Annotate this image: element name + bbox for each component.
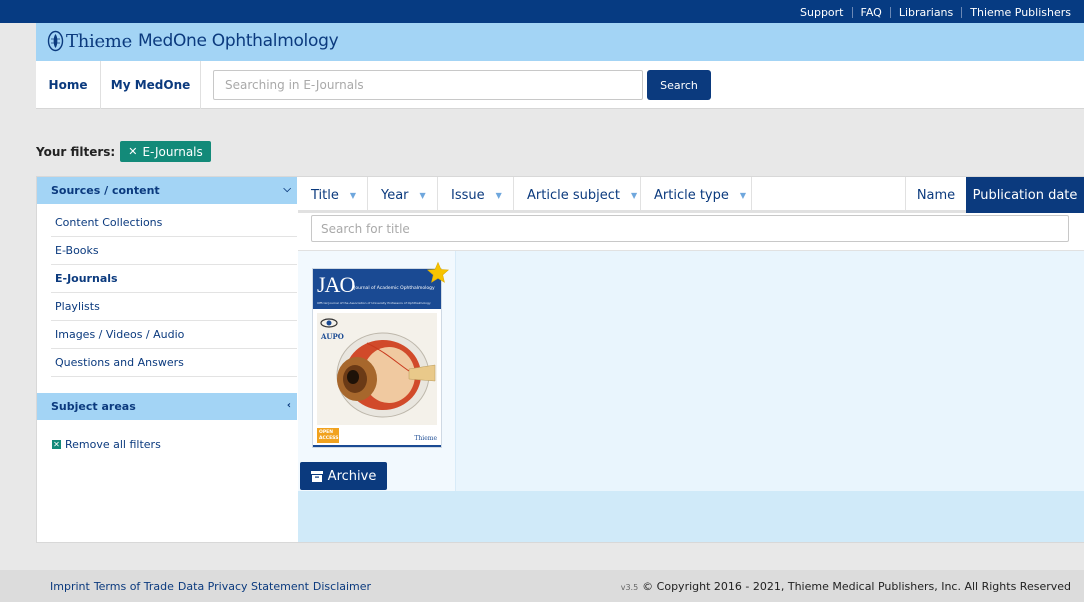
results-grid: JAO Journal of Academic Ophthalmology Of… (298, 251, 1084, 491)
sort-bar: Title ▼ Year ▼ Issue ▼ Article subject ▼ Art… (298, 177, 1084, 213)
brand-logo-link[interactable]: Thieme MedOne Ophthalmology (47, 30, 339, 52)
terms-of-trade-link[interactable]: Terms of Trade (94, 580, 174, 593)
product-name: MedOne Ophthalmology (137, 31, 339, 51)
journal-cover[interactable]: JAO Journal of Academic Ophthalmology Of… (312, 268, 442, 448)
sort-article-subject-label: Article subject (527, 187, 620, 203)
eye-anatomy-image: AUPO (317, 313, 437, 425)
top-bar: Support FAQ Librarians Thieme Publishers (0, 0, 1084, 23)
nav-my-medone[interactable]: My MedOne (101, 61, 201, 109)
remove-icon: ✕ (52, 439, 61, 449)
thieme-logo-icon (47, 30, 64, 52)
chevron-down-icon: ⌵ (283, 184, 291, 195)
archive-label: Archive (327, 468, 377, 484)
nav-home[interactable]: Home (36, 61, 101, 109)
cover-publisher: Thieme (414, 435, 437, 442)
sidebar-item-playlists[interactable]: Playlists (51, 293, 297, 321)
sort-name-button[interactable]: Name (905, 177, 966, 213)
remove-all-filters-link[interactable]: ✕ Remove all filters (52, 438, 161, 451)
divider (851, 7, 853, 18)
cover-title: Journal of Academic Ophthalmology (354, 286, 435, 291)
sidebar-item-images-videos-audio[interactable]: Images / Videos / Audio (51, 321, 297, 349)
imprint-link[interactable]: Imprint (50, 580, 90, 593)
star-icon[interactable] (426, 261, 450, 285)
open-access-badge: OPEN ACCESS (317, 428, 339, 443)
close-icon: ✕ (128, 145, 138, 158)
sidebar-item-content-collections[interactable]: Content Collections (51, 209, 297, 237)
search-button[interactable]: Search (647, 70, 711, 100)
sort-issue[interactable]: Issue ▼ (438, 177, 514, 213)
footer: Imprint Terms of Trade Data Privacy Stat… (0, 570, 1084, 602)
copyright: v3.5 © Copyright 2016 - 2021, Thieme Med… (621, 580, 1071, 593)
journal-card: JAO Journal of Academic Ophthalmology Of… (298, 251, 456, 491)
title-search-row (298, 213, 1084, 251)
brand-name: Thieme (66, 30, 132, 52)
cover-bottom-line (313, 445, 441, 447)
divider (961, 7, 963, 18)
archive-button[interactable]: Archive (300, 462, 387, 490)
active-filters: Your filters: ✕ E-Journals (36, 141, 211, 162)
sort-title[interactable]: Title ▼ (298, 177, 368, 213)
caret-down-icon: ▼ (739, 190, 747, 200)
subject-areas-header[interactable]: Subject areas ‹ (37, 393, 297, 420)
sort-year[interactable]: Year ▼ (368, 177, 438, 213)
subject-areas-label: Subject areas (51, 400, 136, 413)
caret-down-icon: ▼ (495, 190, 502, 200)
chevron-left-icon: ‹ (286, 400, 291, 411)
remove-all-label: Remove all filters (65, 438, 161, 451)
sort-article-type[interactable]: Article type ▼ (641, 177, 752, 213)
main-panel: Sources / content ⌵ Content Collections … (36, 176, 1084, 543)
sort-article-subject[interactable]: Article subject ▼ (514, 177, 641, 213)
sort-issue-label: Issue (451, 187, 485, 203)
thieme-publishers-link[interactable]: Thieme Publishers (970, 6, 1071, 19)
cover-abbrev: JAO (317, 272, 355, 297)
sources-content-label: Sources / content (51, 184, 160, 197)
sidebar-item-e-books[interactable]: E-Books (51, 237, 297, 265)
disclaimer-link[interactable]: Disclaimer (313, 580, 371, 593)
search-input[interactable] (213, 70, 643, 100)
version-label: v3.5 (620, 583, 639, 592)
top-links: Support FAQ Librarians Thieme Publishers (800, 6, 1071, 19)
sort-publication-date-button[interactable]: Publication date (966, 177, 1084, 213)
sort-article-type-label: Article type (654, 187, 729, 203)
faq-link[interactable]: FAQ (861, 6, 882, 19)
sidebar-item-e-journals[interactable]: E-Journals (51, 265, 297, 293)
caret-down-icon: ▼ (419, 190, 426, 200)
title-search-input[interactable] (311, 215, 1069, 242)
results-area: Title ▼ Year ▼ Issue ▼ Article subject ▼ Art… (298, 177, 1084, 542)
divider (889, 7, 891, 18)
sources-list: Content Collections E-Books E-Journals P… (37, 209, 297, 377)
sidebar: Sources / content ⌵ Content Collections … (37, 177, 297, 542)
sort-title-label: Title (311, 187, 339, 203)
footer-links: Imprint Terms of Trade Data Privacy Stat… (50, 580, 375, 593)
main-nav: Home My MedOne Search (36, 61, 1084, 109)
filter-chip-e-journals[interactable]: ✕ E-Journals (120, 141, 211, 162)
cover-org: AUPO (320, 332, 344, 341)
data-privacy-link[interactable]: Data Privacy Statement (178, 580, 309, 593)
copyright-text: © Copyright 2016 - 2021, Thieme Medical … (642, 580, 1071, 593)
sidebar-item-questions-answers[interactable]: Questions and Answers (51, 349, 297, 377)
caret-down-icon: ▼ (630, 190, 638, 200)
filter-chip-label: E-Journals (142, 144, 203, 159)
archive-icon (310, 470, 323, 482)
caret-down-icon: ▼ (349, 190, 357, 200)
sources-content-header[interactable]: Sources / content ⌵ (37, 177, 297, 204)
librarians-link[interactable]: Librarians (899, 6, 953, 19)
cover-subtitle: Official Journal of the Association of U… (317, 301, 431, 305)
sort-year-label: Year (381, 187, 409, 203)
support-link[interactable]: Support (800, 6, 843, 19)
filters-label: Your filters: (36, 144, 116, 159)
brand-band: Thieme MedOne Ophthalmology (36, 23, 1084, 61)
